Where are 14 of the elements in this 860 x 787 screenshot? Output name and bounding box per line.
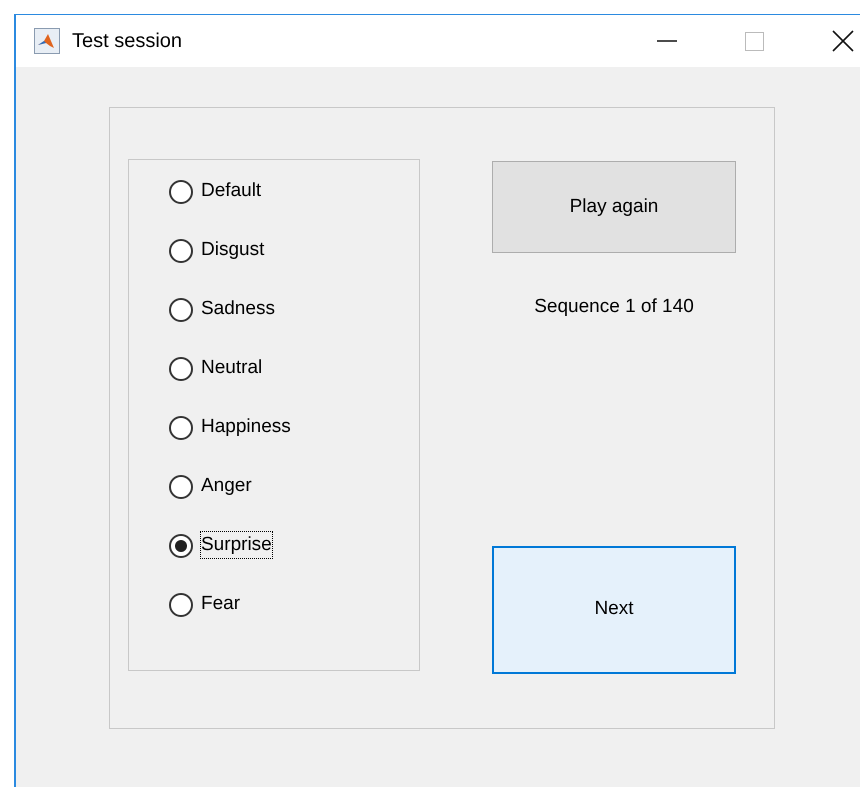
sequence-label: Sequence 1 of 140 (533, 295, 695, 319)
emotion-radio[interactable]: Sadness (169, 296, 275, 355)
emotion-radio[interactable]: Surprise (169, 532, 272, 591)
emotion-radio[interactable]: Disgust (169, 237, 264, 296)
emotion-radio[interactable]: Fear (169, 591, 240, 650)
emotion-radio[interactable]: Default (169, 178, 262, 237)
emotion-radio[interactable]: Happiness (169, 414, 291, 473)
emotion-radio[interactable]: Neutral (169, 355, 262, 414)
next-button[interactable]: Next (492, 546, 736, 674)
app-icon (34, 28, 60, 54)
play-again-button[interactable]: Play again (492, 161, 736, 253)
emotion-radio[interactable]: Anger (169, 473, 252, 532)
window-title: Test session (72, 29, 182, 54)
close-icon[interactable] (832, 30, 854, 52)
